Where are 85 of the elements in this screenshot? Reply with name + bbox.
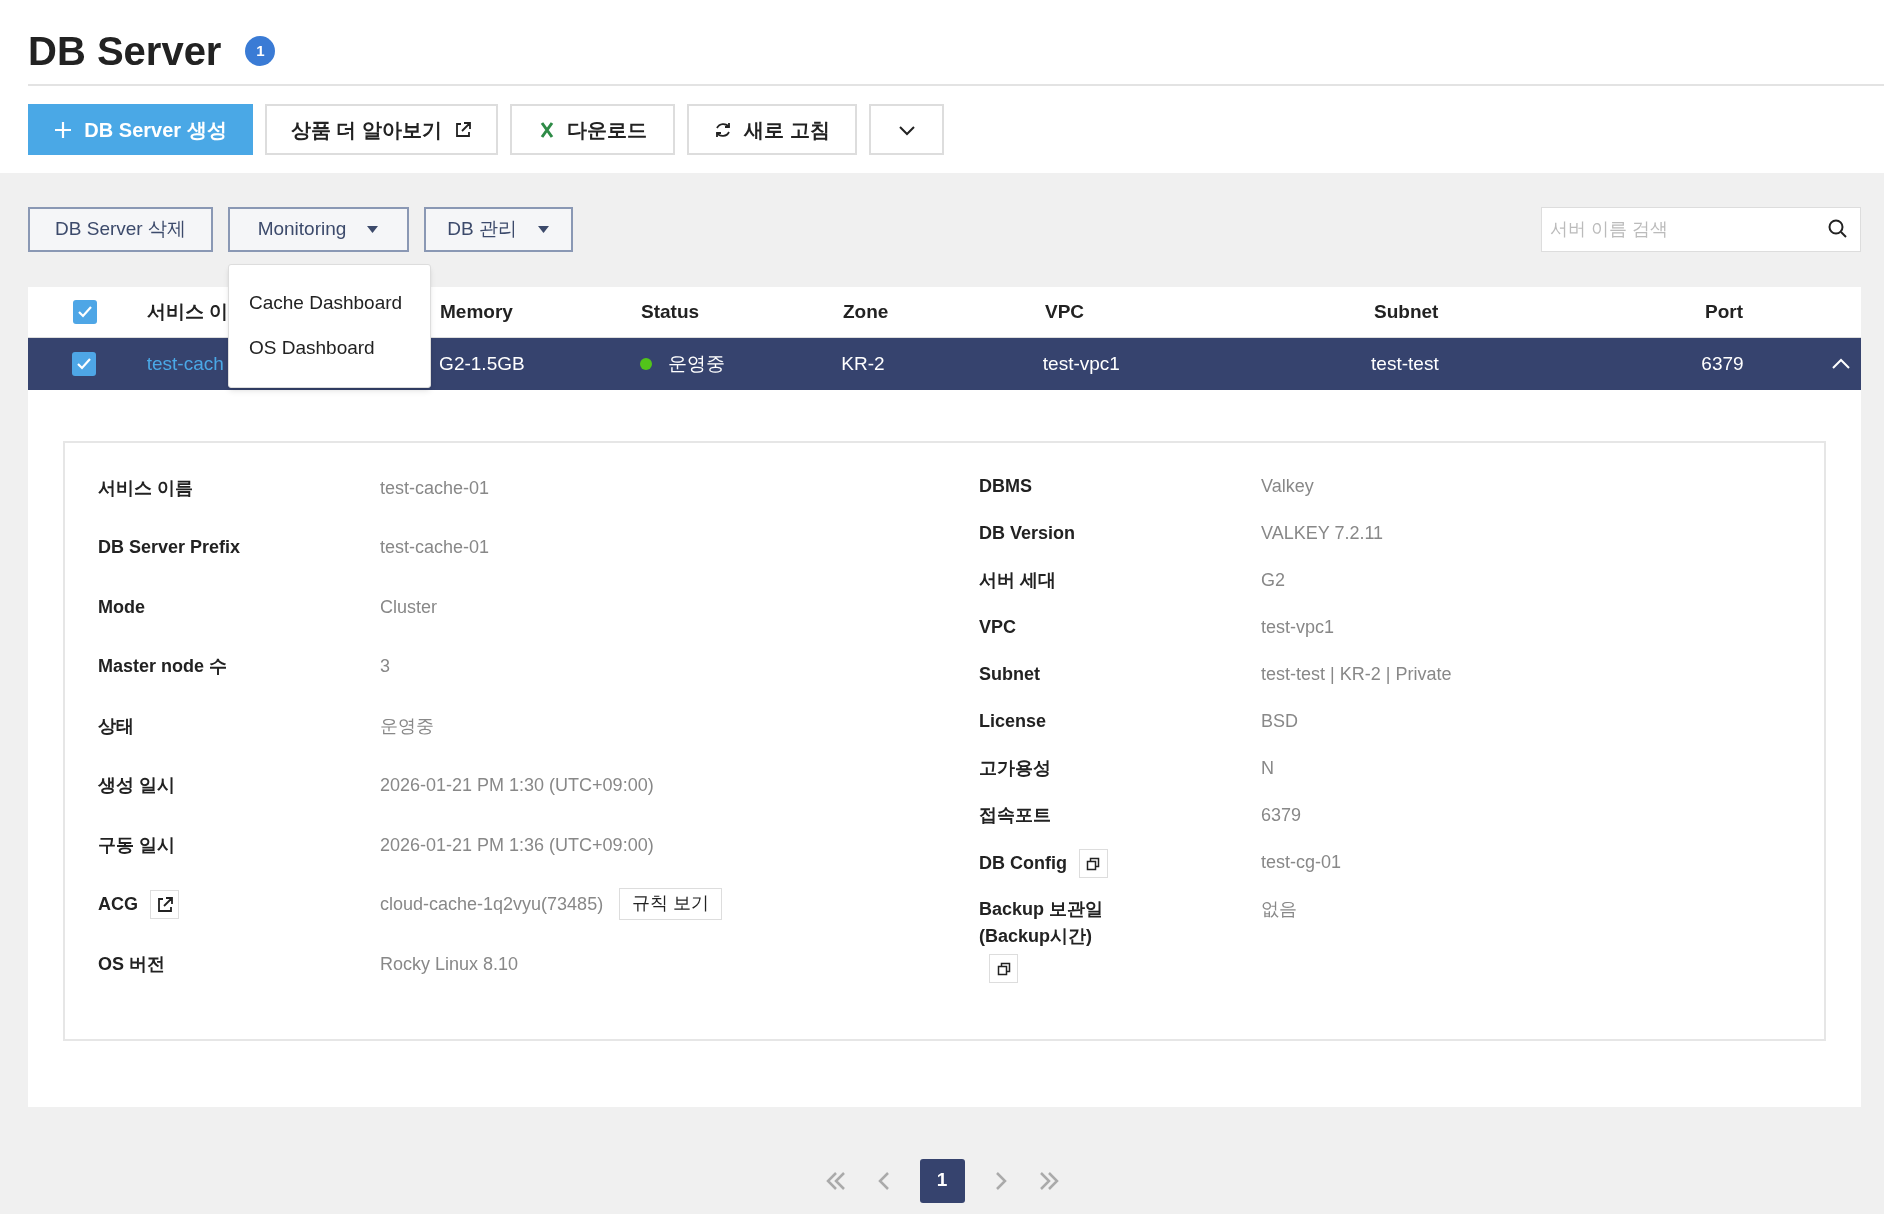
external-link-icon [454, 120, 473, 139]
table-cell-text: test-test [1371, 351, 1439, 376]
field-label: 생성 일시 [98, 774, 175, 797]
column-header: Memory [440, 300, 513, 322]
previous-page-icon [877, 1170, 890, 1191]
checkbox[interactable] [72, 352, 97, 376]
checkbox[interactable] [72, 300, 97, 324]
column-header: VPC [1045, 300, 1085, 322]
field-value: BSD [1261, 710, 1298, 733]
field-value: Rocky Linux 8.10 [380, 952, 519, 976]
field-value: 없음 [1261, 898, 1297, 921]
menu-button[interactable]: DB 관리 [424, 207, 573, 252]
caret-icon [536, 225, 550, 234]
field-label: 상태 [98, 714, 134, 738]
chevron-up-icon [1832, 358, 1851, 370]
download-button[interactable]: 다운로드 [510, 104, 675, 155]
field-value: VALKEY 7.2.11 [1261, 522, 1384, 545]
column-header: Port [1705, 300, 1743, 322]
field-label: 접속포트 [979, 804, 1051, 827]
field-value: 2026-01-21 PM 1:30 (UTC+09:00) [380, 774, 654, 797]
table-cell-text: test-vpc1 [1042, 351, 1120, 376]
delete-button[interactable]: DB Server 삭제 [28, 207, 213, 252]
copy-icon [1086, 856, 1101, 871]
more-button[interactable] [869, 104, 944, 155]
table-cell-text: KR-2 [841, 351, 885, 376]
count-badge: 1 [245, 36, 276, 66]
field-value: 3 [380, 655, 390, 678]
search-icon [1827, 218, 1849, 240]
field-label: Backup 보관일(Backup시간) [979, 898, 1105, 948]
first-page-icon [825, 1170, 846, 1191]
menu-button[interactable]: Monitoring [228, 207, 409, 252]
field-value: test-cg-01 [1261, 851, 1342, 874]
field-value: 운영중 [380, 714, 434, 738]
field-label: Master node 수 [98, 655, 228, 678]
field-value: test-vpc1 [1261, 616, 1335, 639]
field-value: test-cache-01 [380, 476, 490, 500]
field-value: test-test | KR-2 | Private [1261, 663, 1452, 686]
field-label: VPC [979, 616, 1016, 639]
column-header: Subnet [1374, 300, 1439, 322]
field-value: G2 [1261, 569, 1285, 592]
page-button[interactable]: 1 [919, 1158, 965, 1203]
next-page-icon [994, 1170, 1007, 1191]
column-header: 서비스 이 [147, 300, 229, 322]
field-label: 서버 세대 [979, 569, 1056, 592]
field-value: test-cache-01 [380, 536, 490, 559]
status-text: 운영중 [667, 351, 725, 376]
service-link[interactable]: test-cach [146, 349, 224, 379]
field-label: DB Server Prefix [98, 536, 241, 559]
field-label: Subnet [979, 663, 1040, 686]
field-value: 6379 [1261, 804, 1302, 827]
field-label: ACG [98, 893, 138, 916]
field-label: DB Config [979, 852, 1067, 875]
field-label: OS 버전 [98, 952, 165, 976]
table-cell-text: G2-1.5GB [439, 351, 525, 376]
column-header: Status [641, 300, 700, 322]
field-value: Cluster [380, 595, 437, 619]
learn-more-button[interactable]: 상품 더 알아보기 [265, 104, 498, 155]
field-label: DBMS [979, 475, 1032, 498]
field-value: Valkey [1261, 475, 1314, 498]
copy-icon [996, 961, 1011, 976]
column-header: Zone [843, 300, 889, 322]
spreadsheet-icon [538, 120, 555, 139]
field-label: Mode [98, 595, 145, 619]
last-page-icon [1038, 1170, 1059, 1191]
caret-icon [366, 225, 380, 234]
field-label: 구동 일시 [98, 833, 175, 857]
copy-button[interactable] [989, 954, 1018, 983]
open-link-button[interactable] [150, 890, 179, 919]
field-value: cloud-cache-1q2vyu(73485) [380, 893, 604, 916]
rules-button[interactable]: 규칙 보기 [619, 887, 723, 920]
refresh-button[interactable]: 새로 고침 [687, 104, 857, 155]
menu-item[interactable]: Cache Dashboard [229, 281, 430, 326]
field-label: 서비스 이름 [98, 476, 193, 500]
copy-button[interactable] [1079, 849, 1108, 878]
field-label: License [979, 710, 1047, 733]
plus-icon [54, 120, 73, 139]
field-label: DB Version [979, 522, 1076, 545]
search-field[interactable]: 서버 이름 검색 [1541, 207, 1861, 252]
external-link-icon [155, 895, 174, 914]
field-value: 2026-01-21 PM 1:36 (UTC+09:00) [380, 833, 654, 857]
field-label: 고가용성 [979, 757, 1051, 780]
table-cell-text: 6379 [1701, 351, 1744, 376]
field-value: N [1261, 757, 1274, 780]
refresh-icon [714, 120, 733, 139]
page-title: DB Server [28, 28, 222, 75]
